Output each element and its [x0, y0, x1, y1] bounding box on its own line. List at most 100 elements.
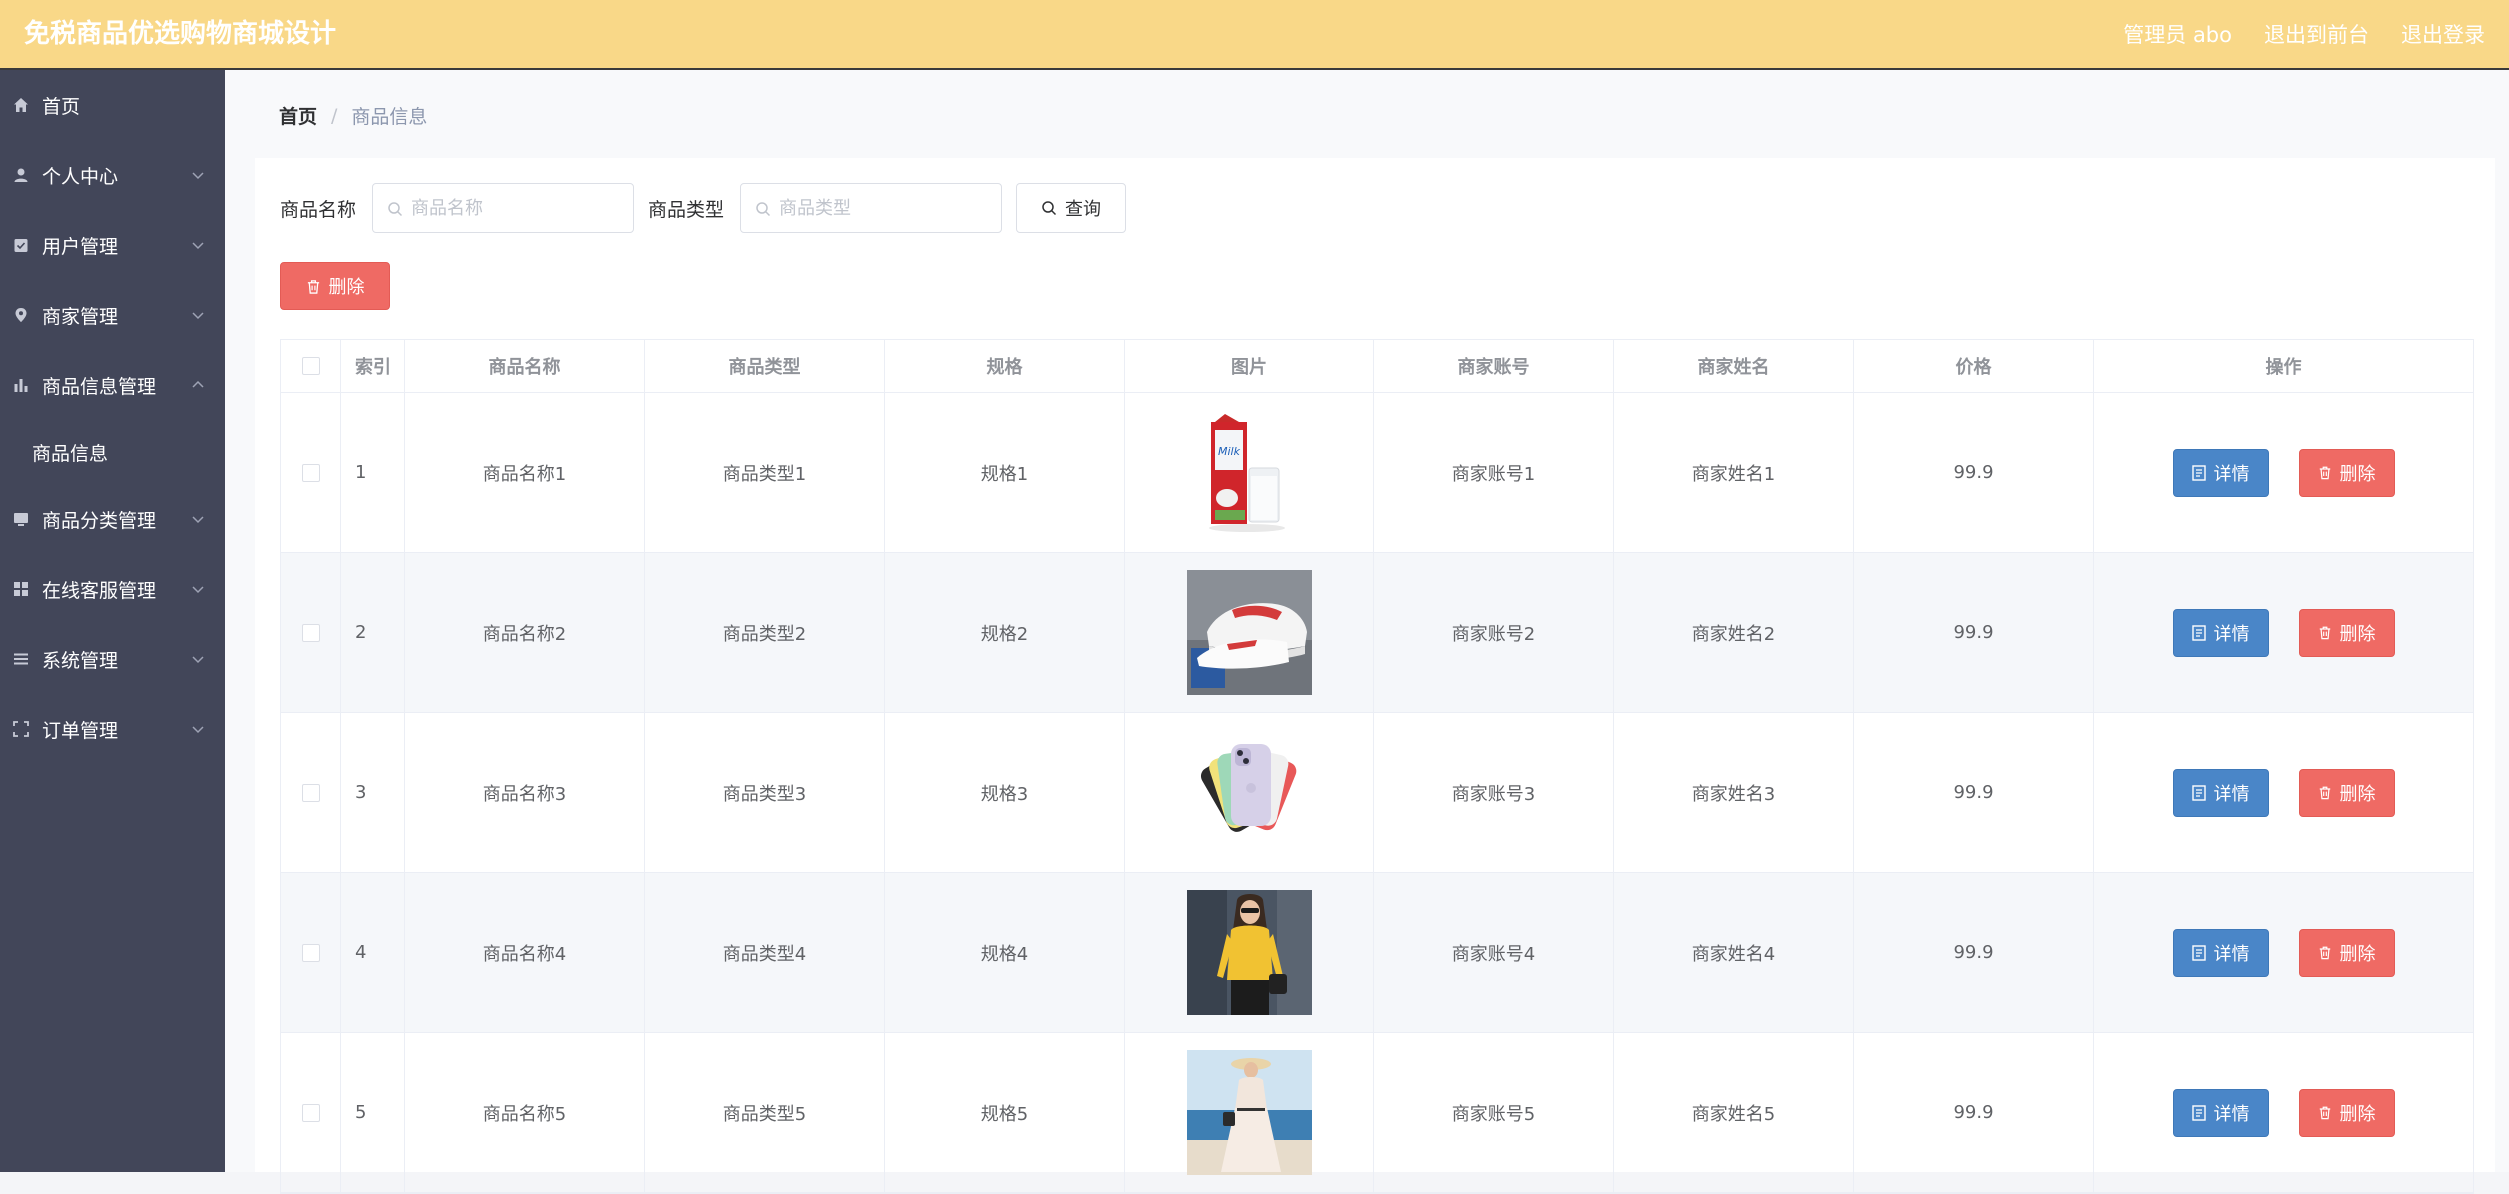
breadcrumb: 首页 / 商品信息: [279, 102, 427, 129]
sidebar-item-support[interactable]: 在线客服管理: [0, 554, 225, 624]
sidebar-item-merchants[interactable]: 商家管理: [0, 280, 225, 350]
image-cell: [1125, 873, 1374, 1032]
logout-link[interactable]: 退出登录: [2401, 19, 2485, 49]
merchant-cell: 商家姓名5: [1614, 1033, 1854, 1192]
name-search-input[interactable]: [373, 184, 634, 232]
index-cell: 1: [341, 393, 405, 552]
sidebar-item-users[interactable]: 用户管理: [0, 210, 225, 280]
delete-button-label: 删除: [2339, 463, 2376, 485]
select-all-checkbox[interactable]: [301, 357, 320, 375]
detail-button[interactable]: 详情: [2172, 768, 2269, 817]
spec-cell: 规格3: [885, 713, 1125, 872]
bulk-delete-button[interactable]: 删除: [280, 262, 390, 310]
sidebar-item-categories[interactable]: 商品分类管理: [0, 484, 225, 554]
top-bar: 免税商品优选购物商城设计 管理员 abo 退出到前台 退出登录: [0, 0, 2509, 70]
image-cell: [1125, 1033, 1374, 1192]
operations-cell: 详情 删除: [2094, 393, 2473, 552]
row-check-cell: [281, 713, 341, 872]
chevron-down-icon: [192, 726, 204, 734]
row-checkbox[interactable]: [301, 943, 320, 962]
detail-button[interactable]: 详情: [2172, 448, 2269, 497]
sidebar-item-system[interactable]: 系统管理: [0, 624, 225, 694]
detail-button-label: 详情: [2213, 943, 2250, 965]
search-icon: [756, 202, 771, 217]
to-front-link[interactable]: 退出到前台: [2264, 19, 2369, 49]
price-cell: 99.9: [1854, 713, 2094, 872]
name-cell: 商品名称3: [405, 713, 645, 872]
sidebar-item-product-info-mgmt[interactable]: 商品信息管理: [0, 350, 225, 420]
sidebar-item-profile[interactable]: 个人中心: [0, 140, 225, 210]
operations-cell: 详情 删除: [2094, 873, 2473, 1032]
type-cell: 商品类型1: [645, 393, 885, 552]
delete-button-label: 删除: [2339, 943, 2376, 965]
type-cell: 商品类型3: [645, 713, 885, 872]
account-cell: 商家账号2: [1374, 553, 1614, 712]
detail-button[interactable]: 详情: [2172, 608, 2269, 657]
delete-button[interactable]: 删除: [2298, 768, 2395, 817]
name-cell: 商品名称2: [405, 553, 645, 712]
image-cell: [1125, 713, 1374, 872]
breadcrumb-home[interactable]: 首页: [279, 102, 317, 129]
delete-button[interactable]: 删除: [2298, 928, 2395, 977]
type-search-input[interactable]: [741, 184, 1002, 232]
spec-cell: 规格4: [885, 873, 1125, 1032]
price-cell: 99.9: [1854, 553, 2094, 712]
header-check-cell: [281, 340, 341, 392]
trash-icon: [2319, 626, 2330, 640]
search-icon: [1042, 201, 1057, 216]
column-header: 价格: [1854, 340, 2094, 392]
delete-button[interactable]: 删除: [2298, 448, 2395, 497]
sidebar-item-label: 商品分类管理: [42, 509, 157, 532]
detail-button-label: 详情: [2213, 1103, 2250, 1125]
document-icon: [2191, 944, 2206, 961]
sidebar-item-label: 商家管理: [42, 305, 119, 328]
merchant-cell: 商家姓名3: [1614, 713, 1854, 872]
sidebar-item-home[interactable]: 首页: [0, 70, 225, 140]
trash-icon: [2319, 946, 2330, 960]
name-cell: 商品名称5: [405, 1033, 645, 1192]
merchant-cell: 商家姓名1: [1614, 393, 1854, 552]
product-table: 索引 商品名称 商品类型 规格 图片 商家账号 商家姓名 价格 操作 1 商品名…: [280, 339, 2474, 1194]
sidebar-item-label: 商品信息管理: [42, 375, 157, 398]
monitor-icon: [12, 510, 30, 528]
svg-text:Milk: Milk: [1218, 445, 1241, 458]
document-icon: [2191, 624, 2206, 641]
table-row: 3 商品名称3 商品类型3 规格3 商家账号3 商家姓名3 99.9 详情 删除: [281, 713, 2473, 873]
detail-button[interactable]: 详情: [2172, 928, 2269, 977]
row-checkbox[interactable]: [301, 783, 320, 802]
operations-cell: 详情 删除: [2094, 553, 2473, 712]
row-checkbox[interactable]: [301, 623, 320, 642]
chevron-down-icon: [192, 172, 204, 180]
trash-icon: [2319, 466, 2330, 480]
detail-button[interactable]: 详情: [2172, 1088, 2269, 1137]
row-checkbox[interactable]: [301, 1103, 320, 1122]
name-search-label: 商品名称: [280, 198, 357, 221]
sidebar-subitem-product-info[interactable]: 商品信息: [0, 420, 225, 484]
search-icon: [388, 202, 403, 217]
query-button[interactable]: 查询: [1016, 183, 1127, 233]
column-header: 索引: [341, 340, 405, 392]
bar-chart-icon: [12, 376, 30, 394]
query-button-label: 查询: [1065, 199, 1102, 220]
name-cell: 商品名称4: [405, 873, 645, 1032]
index-cell: 5: [341, 1033, 405, 1192]
row-check-cell: [281, 553, 341, 712]
image-cell: Milk: [1125, 393, 1374, 552]
type-cell: 商品类型5: [645, 1033, 885, 1192]
delete-button[interactable]: 删除: [2298, 1088, 2395, 1137]
chevron-down-icon: [192, 242, 204, 250]
index-cell: 2: [341, 553, 405, 712]
admin-label: 管理员 abo: [2123, 23, 2232, 47]
trash-icon: [2319, 786, 2330, 800]
chevron-down-icon: [192, 586, 204, 594]
sidebar-item-orders[interactable]: 订单管理: [0, 694, 225, 764]
milk-carton-photo: Milk: [1186, 410, 1312, 535]
grid-icon: [12, 580, 30, 598]
row-checkbox[interactable]: [301, 463, 320, 482]
user-check-icon: [12, 236, 30, 254]
merchant-cell: 商家姓名4: [1614, 873, 1854, 1032]
table-row: 5 商品名称5 商品类型5 规格5 商家账号5 商家姓名5 99.9 详情 删除: [281, 1033, 2473, 1193]
sidebar-item-label: 首页: [42, 95, 81, 118]
delete-button[interactable]: 删除: [2298, 608, 2395, 657]
name-cell: 商品名称1: [405, 393, 645, 552]
